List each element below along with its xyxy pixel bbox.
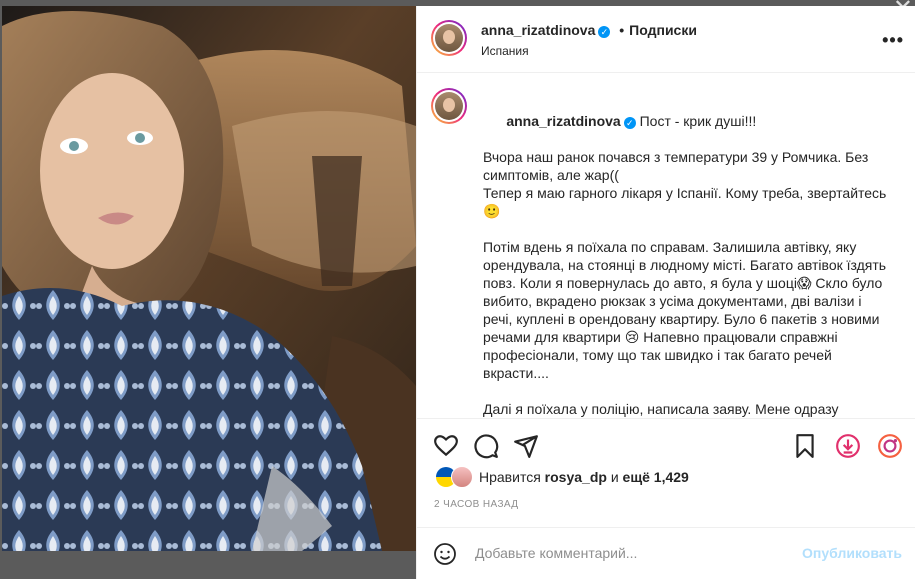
author-username[interactable]: anna_rizatdinova (481, 22, 595, 38)
add-comment-bar: Опубликовать (417, 527, 915, 580)
caption-body: Вчора наш ранок почався з температури 39… (483, 149, 887, 417)
post-details-panel: anna_rizatdinova ✓ • Подписки Испания ••• … (416, 6, 915, 579)
caption-title: Пост - крик душі!!! (639, 113, 757, 129)
emoji-icon[interactable] (433, 542, 457, 566)
comments-scroll-area[interactable]: anna_rizatdinova ✓ Пост - крик душі!!! Вч… (417, 73, 915, 418)
download-extension-icon[interactable] (835, 433, 861, 459)
post-actions-bar (417, 418, 915, 469)
verified-badge-icon: ✓ (598, 26, 611, 38)
author-avatar[interactable] (431, 20, 467, 56)
likes-prefix: Нравится (479, 469, 541, 485)
liker-avatar[interactable] (451, 466, 473, 488)
likes-conjunction: и (610, 469, 619, 485)
comment-icon[interactable] (473, 433, 499, 459)
modal-backdrop-bottom[interactable] (0, 551, 416, 579)
repost-extension-icon[interactable] (877, 433, 903, 459)
following-button[interactable]: Подписки (629, 22, 697, 38)
likes-summary: Нравится rosya_dp и ещё 1,429 (435, 466, 915, 490)
post-header: anna_rizatdinova ✓ • Подписки Испания ••• (417, 6, 915, 73)
separator-dot: • (619, 22, 625, 38)
post-caption: anna_rizatdinova ✓ Пост - крик душі!!! Вч… (483, 94, 893, 418)
post-media-photo[interactable] (2, 6, 416, 551)
comment-input[interactable] (473, 544, 797, 562)
verified-badge-icon: ✓ (623, 117, 636, 129)
caption-author-avatar[interactable] (431, 88, 467, 124)
likes-count[interactable]: ещё 1,429 (623, 469, 689, 485)
publish-button[interactable]: Опубликовать (802, 545, 902, 561)
caption-username[interactable]: anna_rizatdinova (506, 113, 620, 129)
liker-username[interactable]: rosya_dp (545, 469, 607, 485)
post-timestamp[interactable]: 2 ЧАСОВ НАЗАД (434, 499, 518, 510)
selfie-photo (2, 6, 416, 551)
more-options-icon[interactable]: ••• (882, 30, 904, 51)
share-send-icon[interactable] (513, 433, 539, 459)
save-bookmark-icon[interactable] (792, 433, 818, 459)
like-heart-icon[interactable] (433, 433, 459, 459)
post-location[interactable]: Испания (481, 44, 529, 58)
